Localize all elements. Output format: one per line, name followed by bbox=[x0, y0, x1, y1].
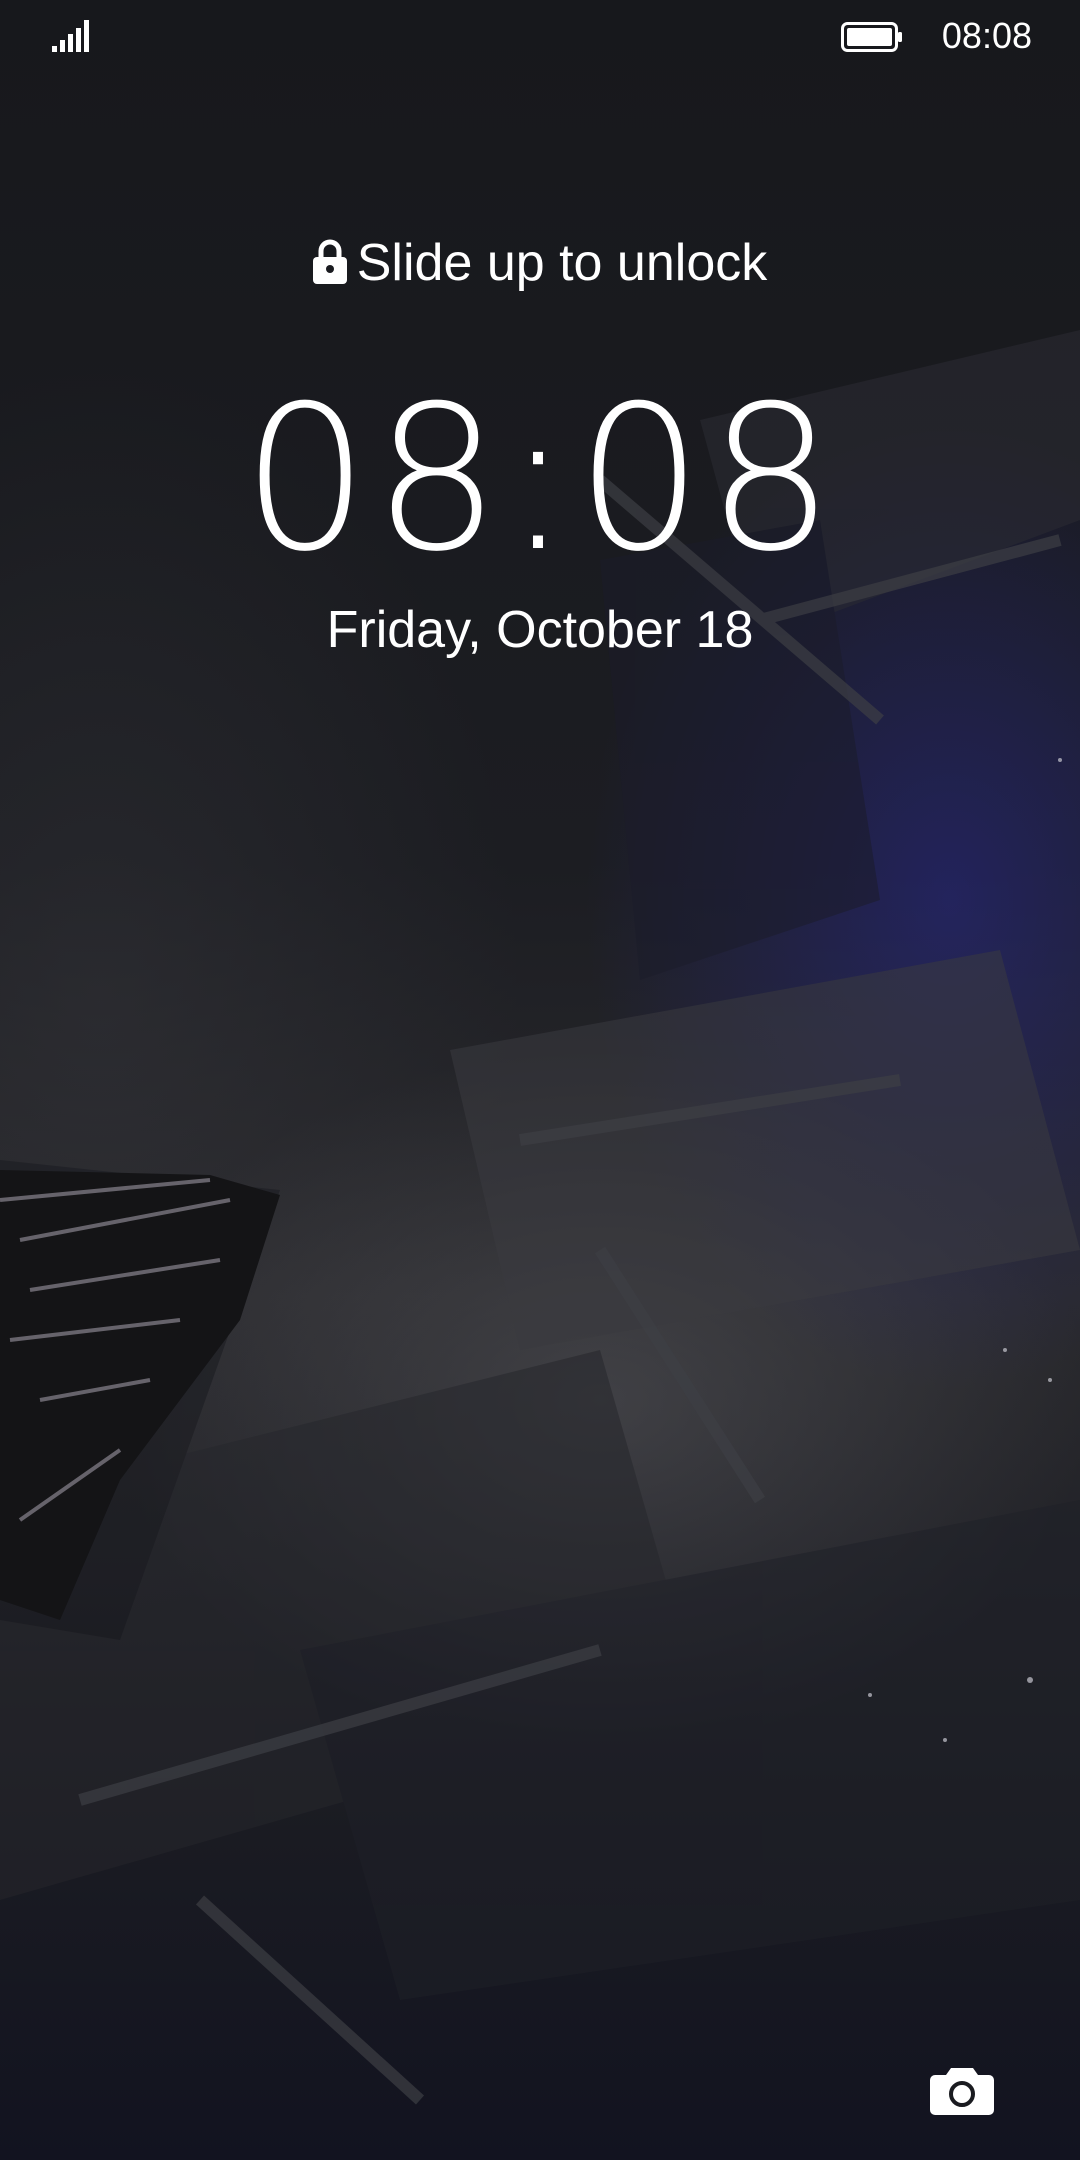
signal-bars-icon bbox=[52, 20, 89, 52]
camera-shortcut-button[interactable] bbox=[922, 2050, 1002, 2130]
status-bar-time: 08:08 bbox=[941, 15, 1032, 56]
wallpaper-image bbox=[0, 330, 1080, 2105]
lockscreen-clock: 08:08 bbox=[241, 363, 839, 596]
unlock-hint: Slide up to unlock bbox=[0, 232, 1080, 294]
lockscreen-date: Friday, October 18 bbox=[326, 601, 754, 659]
battery-full-icon bbox=[841, 22, 902, 52]
status-bar: 08:08 bbox=[0, 0, 1080, 76]
unlock-hint-text: Slide up to unlock bbox=[356, 234, 768, 292]
lock-screen[interactable]: 08:08 Slide up to unlock 08:08 Friday, O… bbox=[0, 0, 1080, 2160]
lock-icon bbox=[312, 239, 347, 284]
camera-icon bbox=[930, 2068, 994, 2115]
